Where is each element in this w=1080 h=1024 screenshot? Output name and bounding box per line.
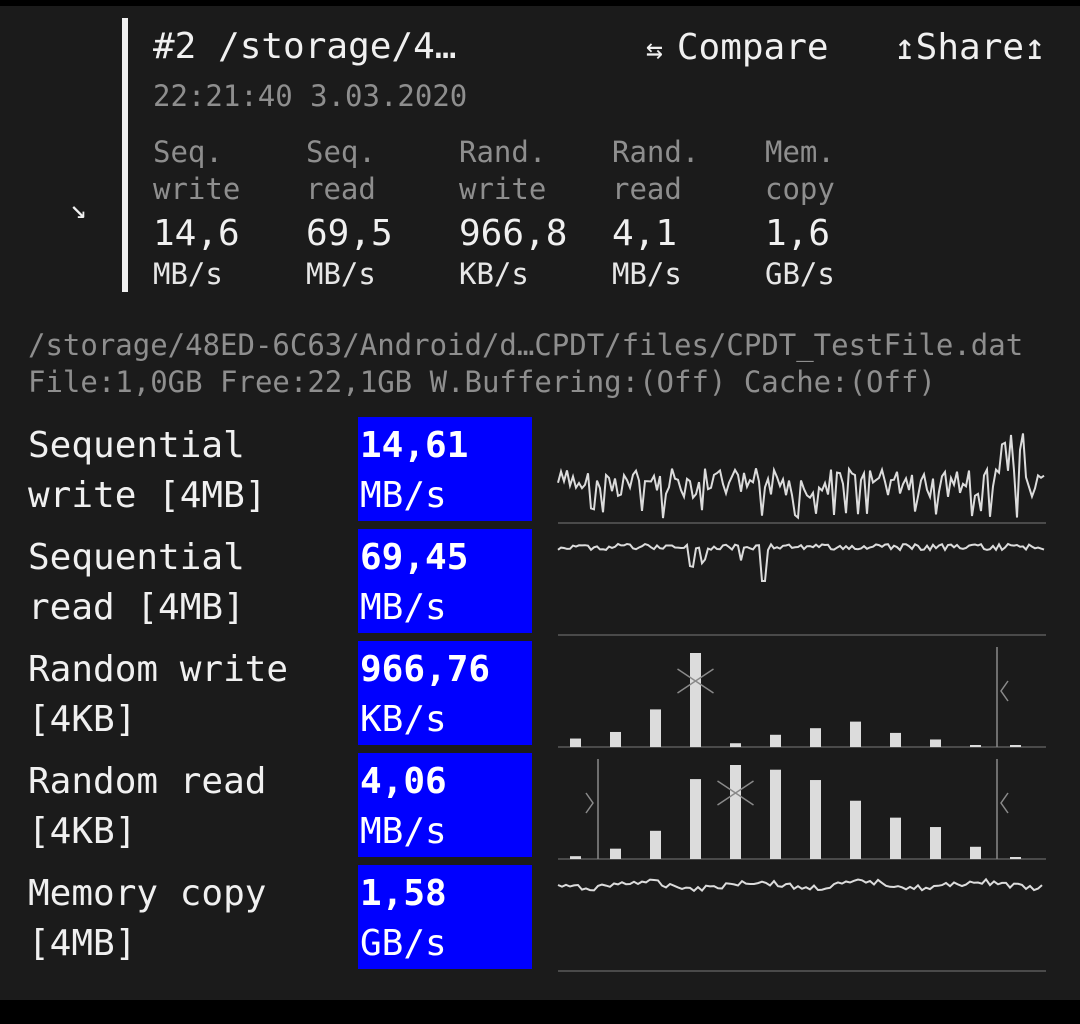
- test-result-unit: GB/s: [360, 923, 447, 964]
- result-title: #2 /storage/4…: [153, 26, 457, 67]
- histogram-bar: [890, 732, 901, 747]
- test-result-box: 1,58 GB/s: [358, 865, 532, 969]
- test-result-value: 4,06: [360, 761, 447, 802]
- summary-unit: MB/s: [153, 257, 223, 291]
- summary-rand-read: Rand. read 4,1 MB/s: [612, 134, 762, 292]
- histogram-bar: [810, 780, 821, 859]
- result-timestamp: 22:21:40 3.03.2020: [153, 79, 468, 113]
- test-name: Memory copy [4MB]: [28, 873, 267, 964]
- histogram-bar: [770, 769, 781, 859]
- test-row-random-read[interactable]: Random read [4KB] 4,06 MB/s: [0, 753, 1080, 860]
- histogram-bar: [770, 734, 781, 747]
- test-result-box: 4,06 MB/s: [358, 753, 532, 857]
- summary-label: Rand. read: [612, 135, 700, 206]
- test-result-box: 14,61 MB/s: [358, 417, 532, 521]
- histogram-bar: [850, 721, 861, 747]
- memory-copy-graph: [557, 877, 1046, 972]
- test-result-box: 69,45 MB/s: [358, 529, 532, 633]
- summary-mem-copy: Mem. copy 1,6 GB/s: [765, 134, 915, 292]
- histogram-bar: [1010, 745, 1021, 747]
- test-file-info: File:1,0GB Free:22,1GB W.Buffering:(Off)…: [28, 365, 936, 399]
- result-panel: ↘ #2 /storage/4… 22:21:40 3.03.2020 ⇆ Com…: [0, 6, 1080, 1000]
- test-file-path: /storage/48ED-6C63/Android/d…CPDT/files/…: [28, 328, 1024, 362]
- summary-value: 14,6: [153, 213, 240, 254]
- max-marker-tick: [1000, 680, 1009, 702]
- test-result-unit: MB/s: [360, 587, 447, 628]
- compare-label: Compare: [676, 27, 829, 68]
- test-result-value: 1,58: [360, 873, 447, 914]
- random-write-graph: [558, 647, 1046, 748]
- histogram-bar: [610, 848, 621, 859]
- summary-value: 4,1: [612, 213, 678, 254]
- test-result-unit: MB/s: [360, 475, 447, 516]
- histogram-bar: [730, 765, 741, 859]
- share-button[interactable]: ↥Share↥: [894, 26, 1046, 70]
- test-name: Sequential read [4MB]: [28, 537, 245, 628]
- histogram-bar: [570, 738, 581, 747]
- summary-unit: MB/s: [306, 257, 376, 291]
- sequential-write-graph: [557, 433, 1046, 524]
- test-name: Random write [4KB]: [28, 649, 289, 740]
- summary-value: 69,5: [306, 213, 393, 254]
- histogram-bar: [970, 846, 981, 859]
- test-result-unit: MB/s: [360, 811, 447, 852]
- histogram-bar: [890, 817, 901, 859]
- histogram-bar: [850, 800, 861, 859]
- summary-label: Seq. write: [153, 135, 241, 206]
- test-row-sequential-read[interactable]: Sequential read [4MB] 69,45 MB/s: [0, 529, 1080, 636]
- histogram-bar: [570, 856, 581, 859]
- histogram-bar: [1010, 857, 1021, 859]
- test-name: Sequential write [4MB]: [28, 425, 267, 516]
- histogram-bar: [930, 739, 941, 747]
- test-result-value: 69,45: [360, 537, 469, 578]
- summary-unit: KB/s: [459, 257, 529, 291]
- test-row-sequential-write[interactable]: Sequential write [4MB] 14,61 MB/s: [0, 417, 1080, 524]
- share-label: ↥Share↥: [894, 27, 1046, 68]
- sequential-read-graph: [557, 542, 1046, 636]
- summary-value: 966,8: [459, 213, 568, 254]
- summary-value: 1,6: [765, 213, 831, 254]
- histogram-bar: [970, 745, 981, 747]
- summary-seq-read: Seq. read 69,5 MB/s: [306, 134, 456, 292]
- test-result-unit: KB/s: [360, 699, 447, 740]
- summary-seq-write: Seq. write 14,6 MB/s: [153, 134, 303, 292]
- random-read-graph: [558, 759, 1046, 860]
- test-result-box: 966,76 KB/s: [358, 641, 532, 745]
- min-marker-tick: [585, 792, 594, 814]
- histogram-bar: [650, 830, 661, 859]
- histogram-bar: [650, 709, 661, 747]
- summary-unit: GB/s: [765, 257, 835, 291]
- histogram-bar: [810, 728, 821, 747]
- expand-arrow-icon[interactable]: ↘: [70, 194, 87, 224]
- compare-button[interactable]: ⇆ Compare: [646, 26, 829, 72]
- sequential-write-line: [557, 433, 1045, 520]
- test-result-value: 14,61: [360, 425, 469, 466]
- summary-rand-write: Rand. write 966,8 KB/s: [459, 134, 609, 292]
- histogram-bar: [690, 653, 701, 747]
- summary-label: Rand. write: [459, 135, 547, 206]
- histogram-bar: [690, 779, 701, 859]
- test-result-value: 966,76: [360, 649, 491, 690]
- histogram-bar: [930, 827, 941, 859]
- max-marker-tick: [1000, 792, 1009, 814]
- histogram-bar: [610, 731, 621, 747]
- swap-arrows-icon: ⇆: [646, 33, 663, 66]
- test-name: Random read [4KB]: [28, 761, 267, 852]
- test-row-random-write[interactable]: Random write [4KB] 966,76 KB/s: [0, 641, 1080, 748]
- test-row-memory-copy[interactable]: Memory copy [4MB] 1,58 GB/s: [0, 865, 1080, 972]
- sequential-read-line: [557, 542, 1045, 582]
- memory-copy-line: [557, 877, 1043, 893]
- summary-label: Mem. copy: [765, 135, 835, 206]
- summary-unit: MB/s: [612, 257, 682, 291]
- summary-label: Seq. read: [306, 135, 376, 206]
- result-selection-bar: [122, 18, 128, 292]
- histogram-bar: [730, 743, 741, 747]
